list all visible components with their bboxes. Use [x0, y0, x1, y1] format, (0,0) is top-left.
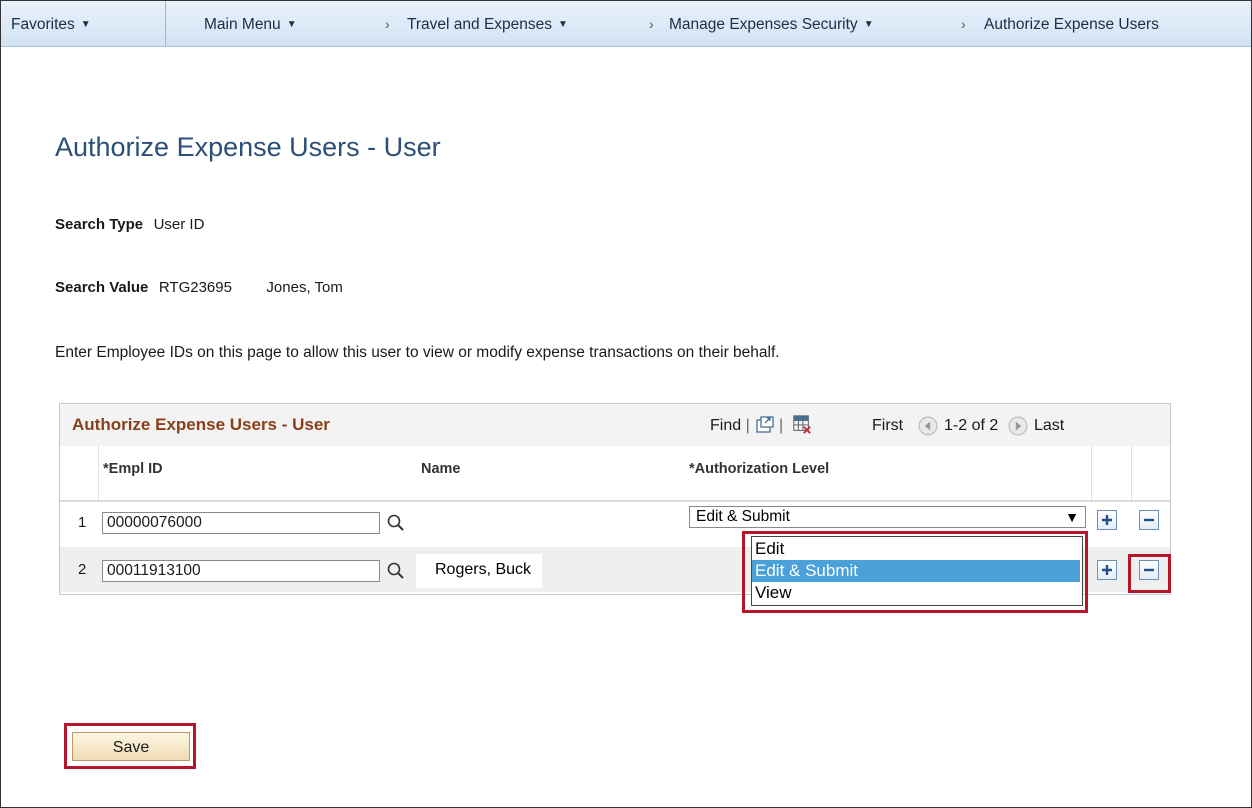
plus-icon [1102, 565, 1112, 575]
breadcrumb-manage-security[interactable]: Manage Expenses Security ▼ [669, 16, 874, 34]
find-label: Find [710, 417, 742, 434]
delete-row-button[interactable] [1139, 560, 1159, 580]
minus-icon [1144, 568, 1154, 572]
caret-down-icon: ▼ [863, 19, 874, 30]
search-value-label: Search Value [55, 279, 149, 296]
breadcrumb-travel-expenses[interactable]: Travel and Expenses ▼ [407, 16, 568, 34]
page-title: Authorize Expense Users - User [55, 132, 441, 162]
add-row-button[interactable] [1097, 510, 1117, 530]
column-name[interactable]: Name [421, 461, 461, 477]
page-description: Enter Employee IDs on this page to allow… [55, 344, 780, 361]
main-menu[interactable]: Main Menu ▼ [204, 16, 297, 34]
minus-icon [1144, 518, 1154, 522]
favorites-menu[interactable]: Favorites ▼ [11, 16, 91, 34]
new-window-icon[interactable] [755, 415, 775, 435]
first-link[interactable]: First [872, 417, 903, 435]
caret-down-icon: ▼ [80, 19, 91, 30]
previous-arrow-icon[interactable] [918, 416, 938, 436]
column-divider [98, 446, 99, 500]
breadcrumb-travel-label: Travel and Expenses [407, 16, 553, 33]
navigation-bar: Favorites ▼ Main Menu ▼ › Travel and Expen… [1, 1, 1251, 47]
plus-icon [1102, 515, 1112, 525]
search-value-name: Jones, Tom [266, 279, 343, 296]
nav-divider [165, 1, 166, 46]
grid-nav-divider: | [779, 417, 784, 434]
employee-name: Rogers, Buck [435, 561, 532, 578]
search-value-row: Search Value RTG23695 Jones, Tom [55, 279, 343, 297]
authorization-level-select[interactable]: Edit & Submit ▼ [689, 506, 1086, 528]
breadcrumb-separator-icon: › [649, 16, 654, 32]
breadcrumb-separator-icon: › [385, 16, 390, 32]
grid-title: Authorize Expense Users - User [72, 415, 330, 434]
name-cell: Rogers, Buck [416, 554, 542, 588]
caret-down-icon: ▼ [286, 19, 297, 30]
select-value: Edit & Submit [696, 508, 790, 525]
search-type-row: Search Type User ID [55, 216, 204, 234]
save-button[interactable]: Save [72, 732, 190, 761]
column-headers: *Empl ID Name *Authorization Level [60, 446, 1170, 502]
option-edit[interactable]: Edit [752, 538, 1080, 560]
search-type-label: Search Type [55, 216, 144, 233]
download-spreadsheet-icon[interactable] [792, 414, 812, 434]
empl-id-input[interactable] [102, 512, 380, 534]
search-type-value: User ID [153, 216, 205, 233]
option-edit-submit[interactable]: Edit & Submit [752, 560, 1080, 582]
column-divider [1091, 446, 1092, 500]
chevron-down-icon: ▼ [1065, 509, 1079, 525]
search-value-id: RTG23695 [158, 279, 232, 296]
column-authorization-level[interactable]: *Authorization Level [689, 461, 829, 477]
row-count: 1-2 of 2 [944, 417, 999, 434]
caret-down-icon: ▼ [558, 19, 568, 30]
page-frame: Favorites ▼ Main Menu ▼ › Travel and Expen… [0, 0, 1252, 808]
authorization-level-dropdown: Edit Edit & Submit View [751, 536, 1083, 606]
last-link[interactable]: Last [1034, 417, 1064, 435]
favorites-label: Favorites [11, 16, 75, 33]
column-empl-id[interactable]: *Empl ID [103, 461, 163, 477]
breadcrumb-current[interactable]: Authorize Expense Users [984, 16, 1159, 34]
option-view[interactable]: View [752, 582, 1080, 604]
empl-id-input[interactable] [102, 560, 380, 582]
column-divider [1131, 446, 1132, 500]
lookup-search-icon[interactable] [386, 513, 406, 533]
grid-header: Authorize Expense Users - User Find | | … [60, 404, 1170, 447]
next-arrow-icon[interactable] [1008, 416, 1028, 436]
row-number: 2 [78, 561, 87, 578]
breadcrumb-separator-icon: › [961, 16, 966, 32]
row-number: 1 [78, 514, 87, 531]
grid-find-link[interactable]: Find | [710, 417, 750, 435]
breadcrumb-security-label: Manage Expenses Security [669, 16, 858, 33]
add-row-button[interactable] [1097, 560, 1117, 580]
main-menu-label: Main Menu [204, 16, 281, 33]
delete-row-button[interactable] [1139, 510, 1159, 530]
lookup-search-icon[interactable] [386, 561, 406, 581]
